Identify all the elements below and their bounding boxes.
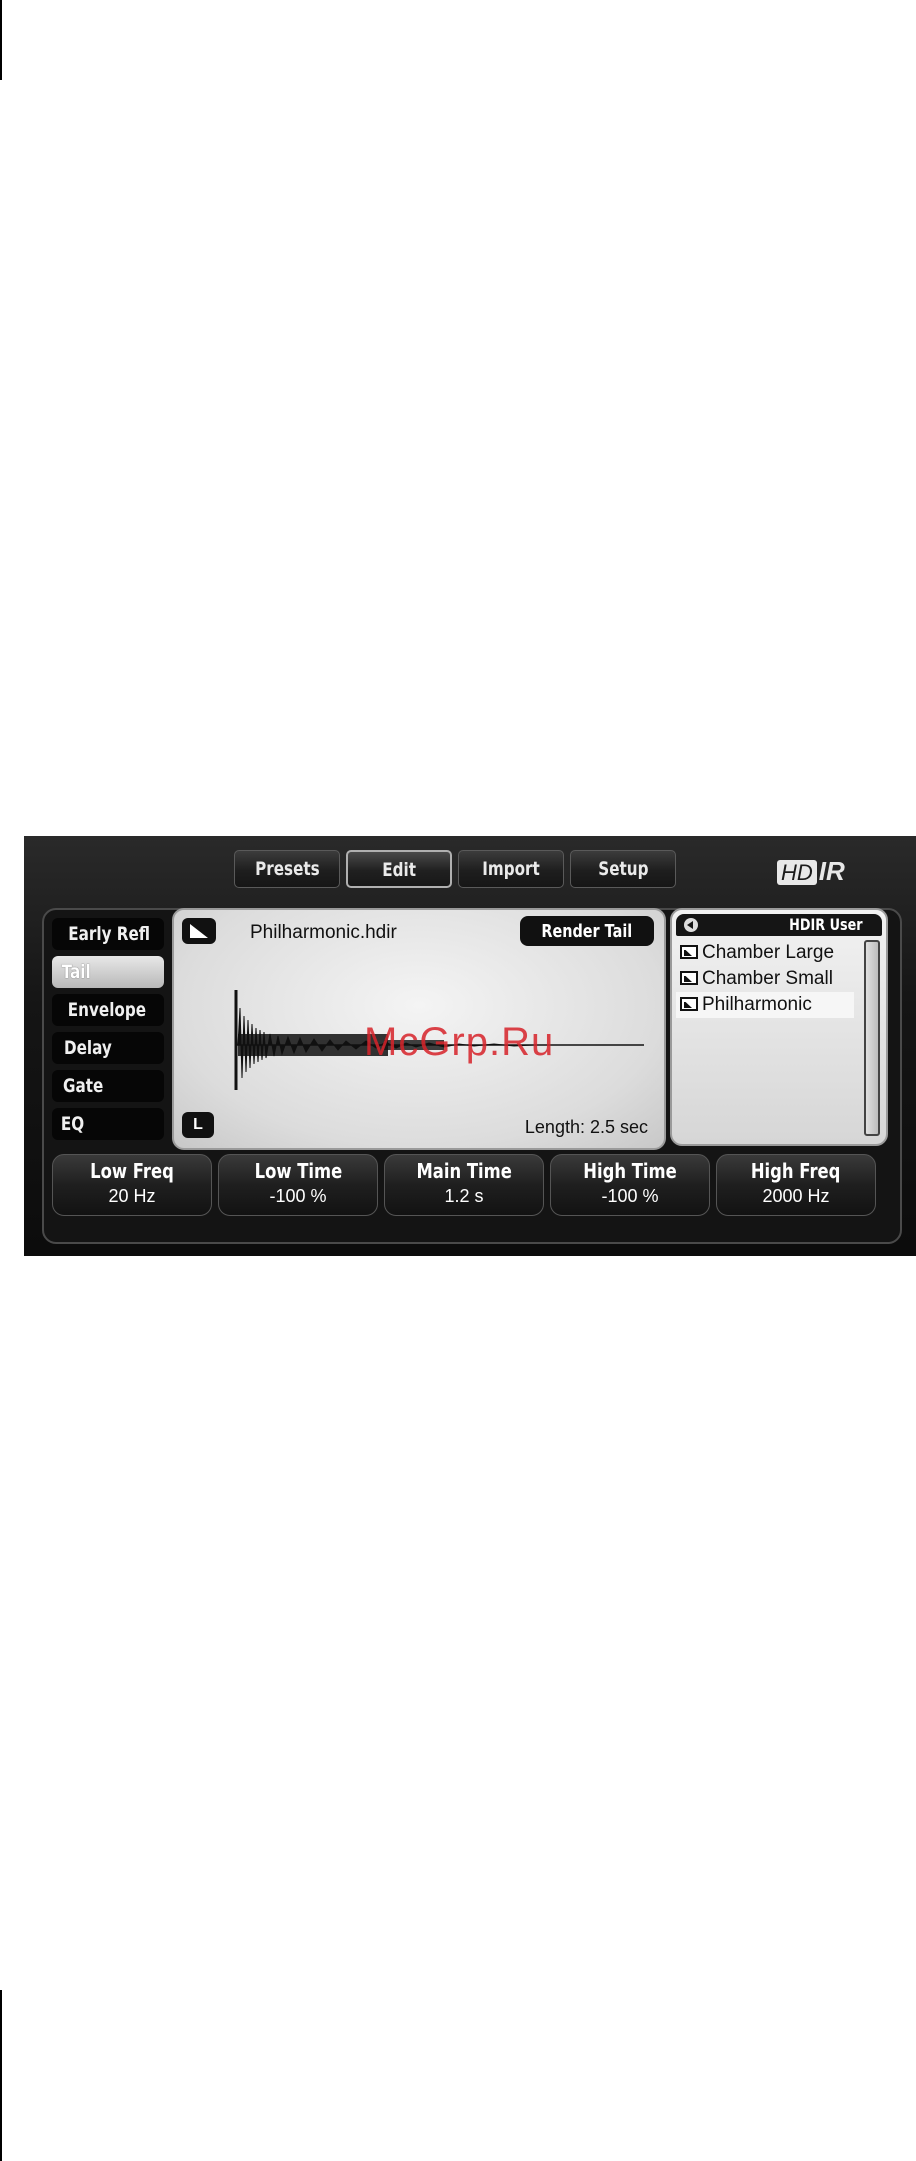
render-tail-button[interactable]: Render Tail bbox=[520, 916, 654, 946]
browser-title: HDIR User bbox=[789, 915, 863, 934]
ir-file-icon bbox=[680, 945, 698, 959]
nav-envelope[interactable]: Envelope bbox=[52, 994, 164, 1026]
ir-file-icon bbox=[680, 971, 698, 985]
param-high-time[interactable]: High Time -100 % bbox=[550, 1154, 710, 1216]
preset-browser: HDIR User Chamber Large Chamber Small Ph… bbox=[670, 908, 888, 1146]
watermark: McGrp.Ru bbox=[364, 1020, 555, 1064]
length-readout: Length: 2.5 sec bbox=[524, 1117, 648, 1137]
tab-edit[interactable]: Edit bbox=[346, 850, 452, 888]
editor-frame: Early Refl Tail Envelope Delay Gate EQ P… bbox=[42, 908, 902, 1244]
preset-item[interactable]: Chamber Small bbox=[676, 966, 854, 992]
param-high-freq[interactable]: High Freq 2000 Hz bbox=[716, 1154, 876, 1216]
browser-header: HDIR User bbox=[676, 914, 882, 936]
hdir-logo: HD IR bbox=[777, 856, 845, 887]
param-low-freq[interactable]: Low Freq 20 Hz bbox=[52, 1154, 212, 1216]
ir-shape-button[interactable] bbox=[182, 918, 216, 944]
ir-file-icon bbox=[680, 997, 698, 1011]
page-margin-mark-bottom bbox=[0, 1990, 2, 2161]
nav-eq[interactable]: EQ bbox=[52, 1108, 164, 1140]
browser-scrollbar[interactable] bbox=[864, 940, 880, 1136]
back-arrow-icon[interactable] bbox=[684, 918, 698, 932]
param-low-time[interactable]: Low Time -100 % bbox=[218, 1154, 378, 1216]
nav-tail[interactable]: Tail bbox=[52, 956, 164, 988]
decay-shape-icon bbox=[190, 924, 208, 938]
ir-file-name: Philharmonic.hdir bbox=[250, 922, 397, 943]
param-main-time[interactable]: Main Time 1.2 s bbox=[384, 1154, 544, 1216]
nav-gate[interactable]: Gate bbox=[52, 1070, 164, 1102]
page-margin-mark-top bbox=[0, 0, 2, 80]
nav-delay[interactable]: Delay bbox=[52, 1032, 164, 1064]
nav-early-refl[interactable]: Early Refl bbox=[52, 918, 164, 950]
tab-presets[interactable]: Presets bbox=[234, 850, 340, 888]
preset-item[interactable]: Chamber Large bbox=[676, 940, 854, 966]
channel-button[interactable]: L bbox=[182, 1112, 214, 1138]
tab-setup[interactable]: Setup bbox=[570, 850, 676, 888]
tab-import[interactable]: Import bbox=[458, 850, 564, 888]
preset-item-selected[interactable]: Philharmonic bbox=[676, 992, 854, 1018]
